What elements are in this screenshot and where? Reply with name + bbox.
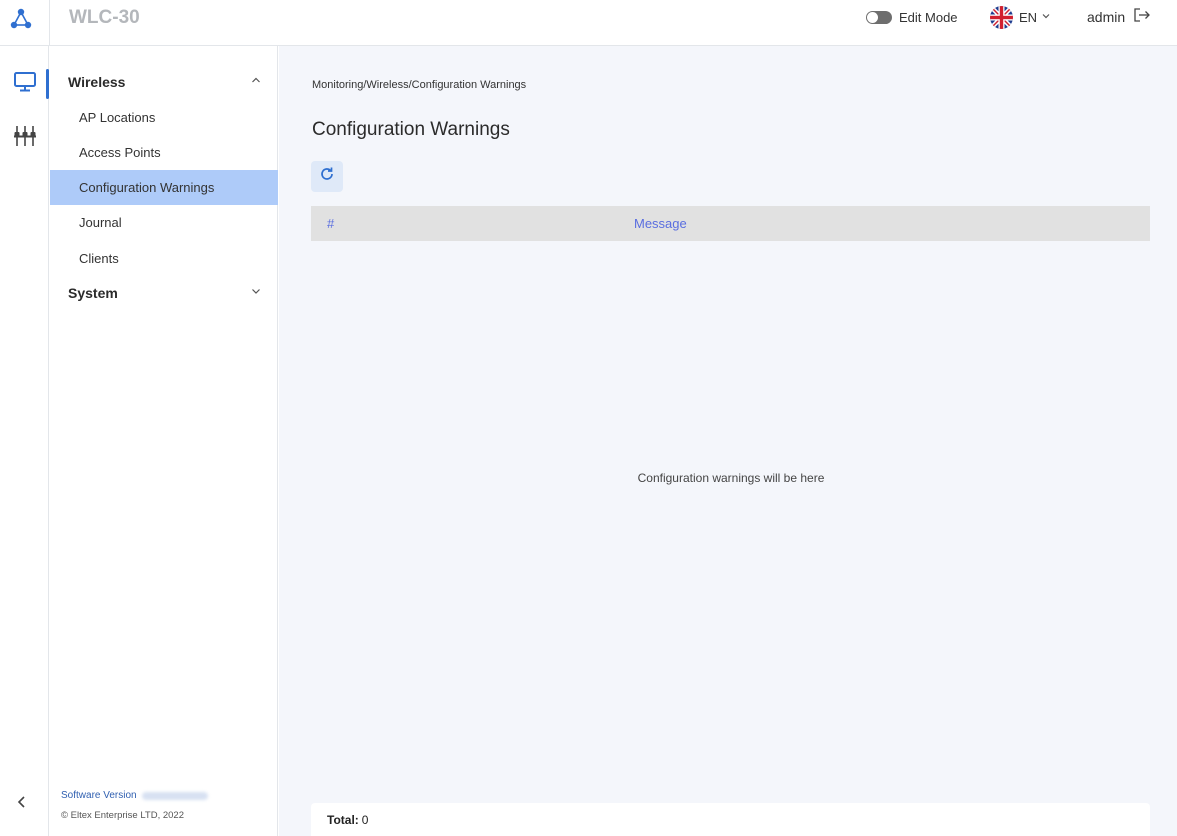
sidebar-item-journal[interactable]: Journal	[50, 205, 278, 240]
refresh-button[interactable]	[311, 161, 343, 192]
copyright: © Eltex Enterprise LTD, 2022	[61, 810, 184, 821]
sidebar-item-configuration-warnings[interactable]: Configuration Warnings	[50, 170, 278, 205]
rail-item-monitoring[interactable]	[0, 66, 49, 102]
table-header: # Message	[311, 206, 1150, 241]
active-indicator	[46, 69, 49, 99]
sidebar-item-ap-locations[interactable]: AP Locations	[50, 100, 278, 135]
software-version-value-redacted	[141, 791, 208, 800]
toggle-switch[interactable]	[866, 10, 892, 24]
monitor-icon	[13, 71, 37, 98]
chevron-down-icon	[1041, 8, 1051, 26]
app-title: WLC-30	[69, 7, 140, 28]
sidebar-item-clients[interactable]: Clients	[50, 241, 278, 276]
page-title: Configuration Warnings	[312, 119, 510, 140]
brand-divider	[49, 0, 50, 46]
column-header-number[interactable]: #	[327, 206, 334, 241]
logo-icon[interactable]	[8, 6, 34, 32]
username: admin	[1087, 9, 1126, 25]
chevron-down-icon	[250, 284, 262, 302]
edit-mode-toggle[interactable]: Edit Mode	[866, 8, 958, 26]
software-version: Software Version	[61, 790, 208, 801]
sidebar-item-access-points[interactable]: Access Points	[50, 135, 278, 170]
sidebar-group-wireless[interactable]: Wireless	[50, 65, 278, 99]
total-label: Total:	[327, 812, 359, 827]
edit-mode-label: Edit Mode	[899, 9, 958, 25]
settings-sliders-icon	[13, 124, 37, 153]
warnings-table: # Message	[311, 206, 1150, 241]
sidebar-group-system[interactable]: System	[50, 276, 278, 310]
uk-flag-icon	[990, 5, 1013, 29]
refresh-icon	[319, 166, 335, 187]
chevron-left-icon	[16, 795, 28, 814]
software-version-label: Software Version	[61, 790, 137, 801]
language-code: EN	[1019, 9, 1038, 25]
sidebar-group-label: System	[68, 285, 118, 301]
rail-item-configuration[interactable]	[0, 120, 49, 156]
sidebar-group-label: Wireless	[68, 74, 126, 90]
collapse-sidebar-button[interactable]	[12, 794, 32, 814]
icon-rail	[0, 46, 49, 836]
table-footer: Total: 0	[311, 803, 1150, 836]
breadcrumb: Monitoring/Wireless/Configuration Warnin…	[312, 79, 527, 91]
total-value: 0	[361, 812, 369, 827]
column-header-message[interactable]: Message	[634, 206, 687, 241]
chevron-up-icon	[250, 73, 262, 91]
sidebar: Wireless AP Locations Access Points Conf…	[50, 46, 278, 836]
user-menu[interactable]: admin	[1087, 7, 1151, 27]
top-bar: WLC-30 Edit Mode EN admin	[0, 0, 1177, 46]
main-content: Monitoring/Wireless/Configuration Warnin…	[279, 46, 1177, 836]
logout-icon[interactable]	[1133, 7, 1151, 28]
language-selector[interactable]: EN	[990, 5, 1051, 29]
empty-state-message: Configuration warnings will be here	[637, 471, 825, 485]
